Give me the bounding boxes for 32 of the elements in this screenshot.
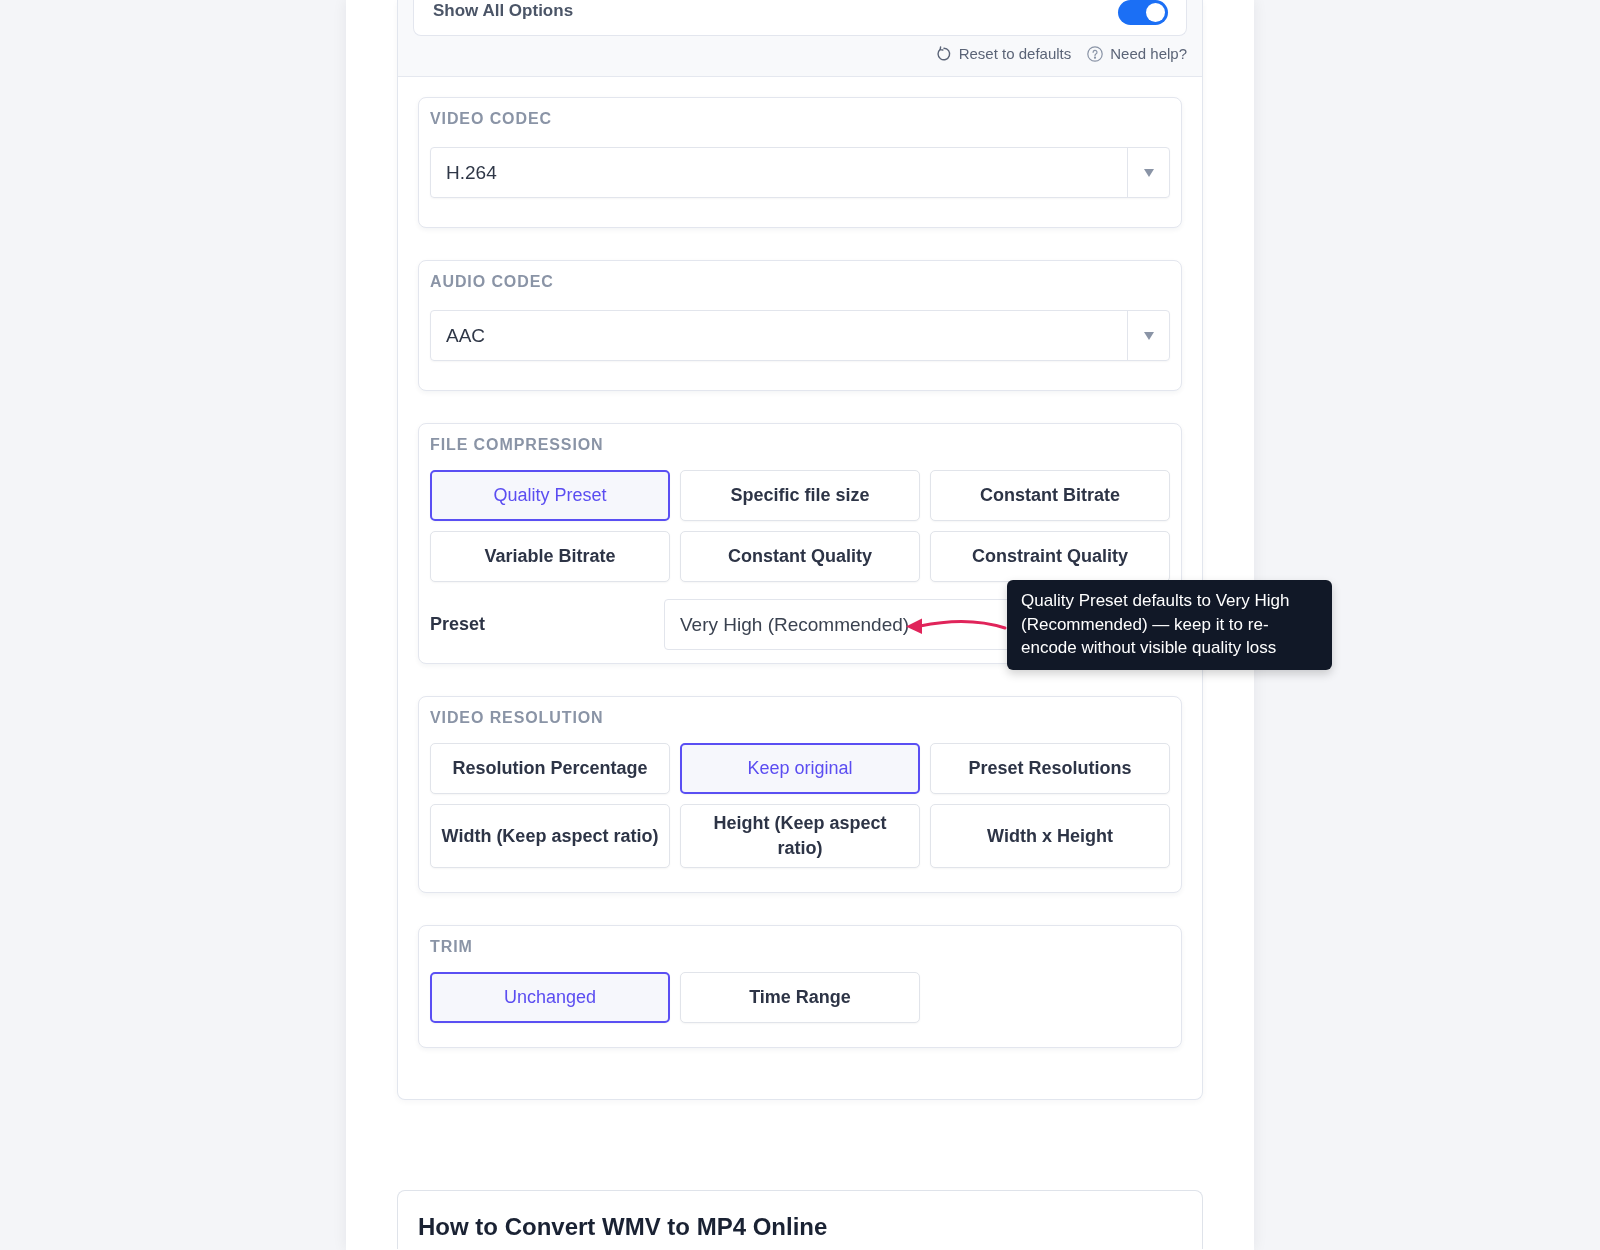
reset-link[interactable]: Reset to defaults (935, 44, 1072, 64)
option-button[interactable]: Resolution Percentage (430, 743, 670, 794)
option-button[interactable]: Time Range (680, 972, 920, 1023)
section-title: FILE COMPRESSION (430, 435, 605, 455)
toggle-label: Show All Options (433, 0, 574, 21)
option-button[interactable]: Width (Keep aspect ratio) (430, 804, 670, 868)
option-button[interactable]: Constant Bitrate (930, 470, 1170, 521)
help-icon (1087, 46, 1104, 62)
tooltip: Quality Preset defaults to Very High (Recommended) — keep it to re-encode without visible quality loss (1007, 580, 1332, 670)
option-button[interactable]: Quality Preset (430, 470, 670, 521)
toggle-switch[interactable] (1118, 0, 1168, 25)
option-button[interactable]: Height (Keep aspect ratio) (680, 804, 920, 868)
field-label: Preset (430, 614, 487, 635)
option-button[interactable]: Unchanged (430, 972, 670, 1023)
section-title: AUDIO CODEC (430, 272, 555, 292)
caret-icon (1143, 331, 1154, 340)
reset-icon (935, 46, 952, 62)
help-link[interactable]: Need help? (1087, 44, 1187, 64)
section-title: TRIM (430, 937, 474, 957)
caret-icon (1143, 168, 1154, 177)
option-button[interactable]: Keep original (680, 743, 920, 794)
article-heading: How to Convert WMV to MP4 Online (418, 1213, 829, 1241)
option-button[interactable]: Constant Quality (680, 531, 920, 582)
option-button[interactable]: Width x Height (930, 804, 1170, 868)
option-button[interactable]: Constraint Quality (930, 531, 1170, 582)
option-button[interactable]: Variable Bitrate (430, 531, 670, 582)
option-button[interactable]: Specific file size (680, 470, 920, 521)
section-title: VIDEO RESOLUTION (430, 708, 605, 728)
dropdown-select[interactable]: AAC (430, 310, 1170, 361)
section-title: VIDEO CODEC (430, 109, 553, 129)
option-button[interactable]: Preset Resolutions (930, 743, 1170, 794)
dropdown-select[interactable]: H.264 (430, 147, 1170, 198)
